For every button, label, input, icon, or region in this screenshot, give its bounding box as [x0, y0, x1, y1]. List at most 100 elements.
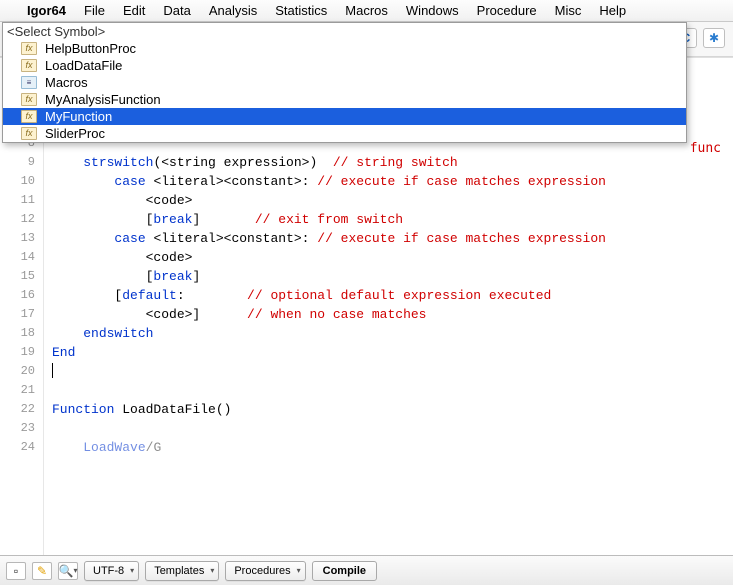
code-token: [	[52, 269, 153, 284]
code-token: <literal><constant>:	[146, 231, 318, 246]
procedures-label: Procedures	[234, 565, 290, 577]
line-number: 12	[0, 210, 43, 229]
code-token: default	[122, 288, 177, 303]
code-line[interactable]: endswitch	[52, 324, 733, 343]
dropdown-item-label: HelpButtonProc	[45, 40, 136, 57]
procedures-dropdown[interactable]: Procedures▾	[225, 561, 305, 581]
dropdown-item[interactable]: ≡ Macros	[3, 74, 686, 91]
templates-label: Templates	[154, 565, 204, 577]
line-number: 9	[0, 153, 43, 172]
code-line[interactable]: <code>	[52, 191, 733, 210]
code-line[interactable]: [break] // exit from switch	[52, 210, 733, 229]
line-number: 17	[0, 305, 43, 324]
menu-analysis[interactable]: Analysis	[200, 1, 266, 20]
menu-statistics[interactable]: Statistics	[266, 1, 336, 20]
status-square-icon[interactable]: ▫	[6, 562, 26, 580]
dropdown-item[interactable]: fxSliderProc	[3, 125, 686, 142]
compile-label: Compile	[323, 565, 366, 577]
code-line[interactable]: <code>	[52, 248, 733, 267]
symbol-dropdown[interactable]: <Select Symbol> fxHelpButtonProcfxLoadDa…	[2, 22, 687, 143]
menu-procedure[interactable]: Procedure	[468, 1, 546, 20]
status-bar: ▫ ✎ 🔍▾ UTF-8▾ Templates▾ Procedures▾ Com…	[0, 555, 733, 585]
code-line[interactable]: <code>] // when no case matches	[52, 305, 733, 324]
line-number: 11	[0, 191, 43, 210]
code-token: <code>]	[52, 307, 247, 322]
code-line[interactable]	[52, 362, 733, 381]
menu-data[interactable]: Data	[154, 1, 199, 20]
line-number: 19	[0, 343, 43, 362]
code-line[interactable]	[52, 381, 733, 400]
code-line[interactable]: Function LoadDataFile()	[52, 400, 733, 419]
dropdown-item-label: MyAnalysisFunction	[45, 91, 161, 108]
settings-gear-icon[interactable]: ✱	[703, 28, 725, 48]
partial-code-text: func	[690, 141, 721, 156]
code-token: End	[52, 345, 75, 360]
code-token: // exit from switch	[255, 212, 403, 227]
code-token: <code>	[52, 193, 192, 208]
dropdown-item-label: Macros	[45, 74, 88, 91]
menu-app[interactable]: Igor64	[18, 1, 75, 20]
code-token: // execute if case matches expression	[317, 231, 606, 246]
dropdown-item-label: SliderProc	[45, 125, 105, 142]
dropdown-item[interactable]: fx MyFunction	[3, 108, 686, 125]
line-number: 21	[0, 381, 43, 400]
encoding-label: UTF-8	[93, 565, 124, 577]
dropdown-item[interactable]: fx MyAnalysisFunction	[3, 91, 686, 108]
dropdown-item-label: LoadDataFile	[45, 57, 122, 74]
magnifier-icon[interactable]: 🔍▾	[58, 562, 78, 580]
pencil-icon[interactable]: ✎	[32, 562, 52, 580]
dropdown-item-label: MyFunction	[45, 108, 112, 125]
menu-edit[interactable]: Edit	[114, 1, 154, 20]
code-token: strswitch	[83, 155, 153, 170]
code-token: Function	[52, 402, 114, 417]
menu-macros[interactable]: Macros	[336, 1, 397, 20]
code-token: LoadDataFile()	[114, 402, 231, 417]
code-token: break	[153, 212, 192, 227]
code-line[interactable]: strswitch(<string expression>) // string…	[52, 153, 733, 172]
code-token: /G	[146, 440, 162, 455]
line-number: 14	[0, 248, 43, 267]
code-line[interactable]: [default: // optional default expression…	[52, 286, 733, 305]
code-line[interactable]: case <literal><constant>: // execute if …	[52, 172, 733, 191]
line-number: 22	[0, 400, 43, 419]
dropdown-item[interactable]: fxLoadDataFile	[3, 57, 686, 74]
menubar: Igor64 File Edit Data Analysis Statistic…	[0, 0, 733, 22]
code-line[interactable]: case <literal><constant>: // execute if …	[52, 229, 733, 248]
code-token: case	[114, 231, 145, 246]
dropdown-item[interactable]: fx HelpButtonProc	[3, 40, 686, 57]
code-token: // string switch	[333, 155, 458, 170]
macro-icon: ≡	[21, 76, 37, 89]
compile-button[interactable]: Compile	[312, 561, 377, 581]
code-token: LoadWave	[83, 440, 145, 455]
line-number: 20	[0, 362, 43, 381]
code-token	[52, 440, 83, 455]
templates-dropdown[interactable]: Templates▾	[145, 561, 219, 581]
menu-windows[interactable]: Windows	[397, 1, 468, 20]
code-line[interactable]	[52, 419, 733, 438]
line-number: 10	[0, 172, 43, 191]
line-number: 16	[0, 286, 43, 305]
code-token: [	[52, 288, 122, 303]
code-token	[52, 155, 83, 170]
code-token: ]	[192, 269, 200, 284]
code-token: // execute if case matches expression	[317, 174, 606, 189]
function-icon: fx	[21, 42, 37, 55]
menu-help[interactable]: Help	[590, 1, 635, 20]
menu-misc[interactable]: Misc	[546, 1, 591, 20]
code-token	[52, 174, 114, 189]
function-icon: fx	[21, 110, 37, 123]
function-icon: fx	[21, 93, 37, 106]
code-token: :	[177, 288, 247, 303]
code-token: endswitch	[83, 326, 153, 341]
code-token	[52, 231, 114, 246]
line-number: 15	[0, 267, 43, 286]
code-token	[52, 326, 83, 341]
code-line[interactable]: [break]	[52, 267, 733, 286]
menu-file[interactable]: File	[75, 1, 114, 20]
code-token: // when no case matches	[247, 307, 426, 322]
code-line[interactable]: End	[52, 343, 733, 362]
code-token: ]	[192, 212, 254, 227]
code-line[interactable]: LoadWave/G	[52, 438, 733, 457]
encoding-dropdown[interactable]: UTF-8▾	[84, 561, 139, 581]
line-number: 13	[0, 229, 43, 248]
